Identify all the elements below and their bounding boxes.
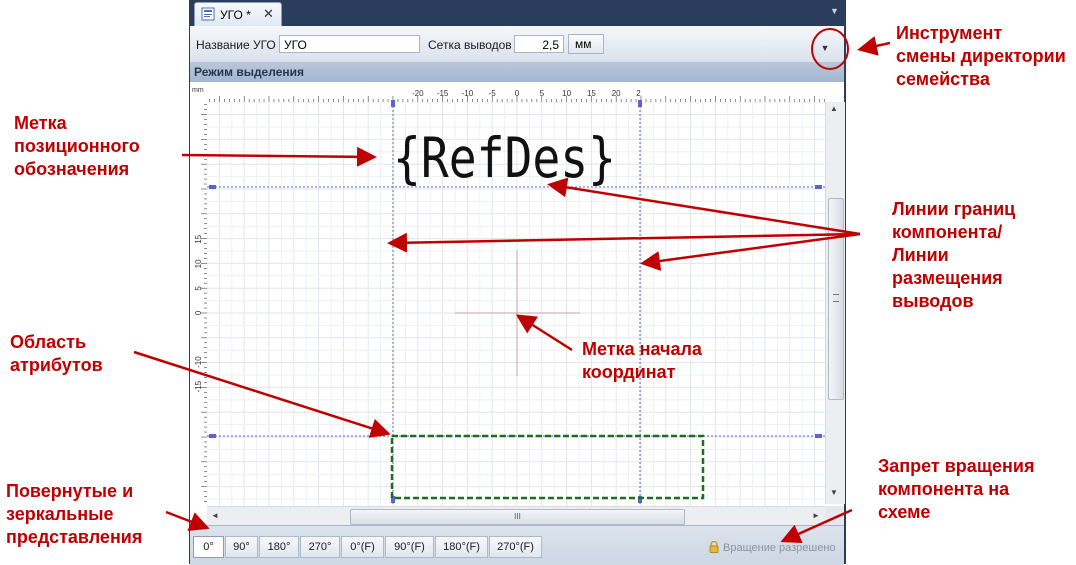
- highlight-circle: [811, 28, 849, 70]
- arrow-origin: [515, 314, 573, 352]
- arrow-refdes: [181, 146, 377, 167]
- arrow-boundary-top: [547, 177, 861, 236]
- annotation-arrows: [133, 28, 891, 543]
- arrow-dir-tool: [857, 36, 891, 56]
- arrow-views: [165, 510, 210, 531]
- arrow-rotation-ban: [780, 508, 853, 543]
- arrow-attributes: [133, 350, 391, 438]
- arrow-boundary-left: [387, 232, 861, 253]
